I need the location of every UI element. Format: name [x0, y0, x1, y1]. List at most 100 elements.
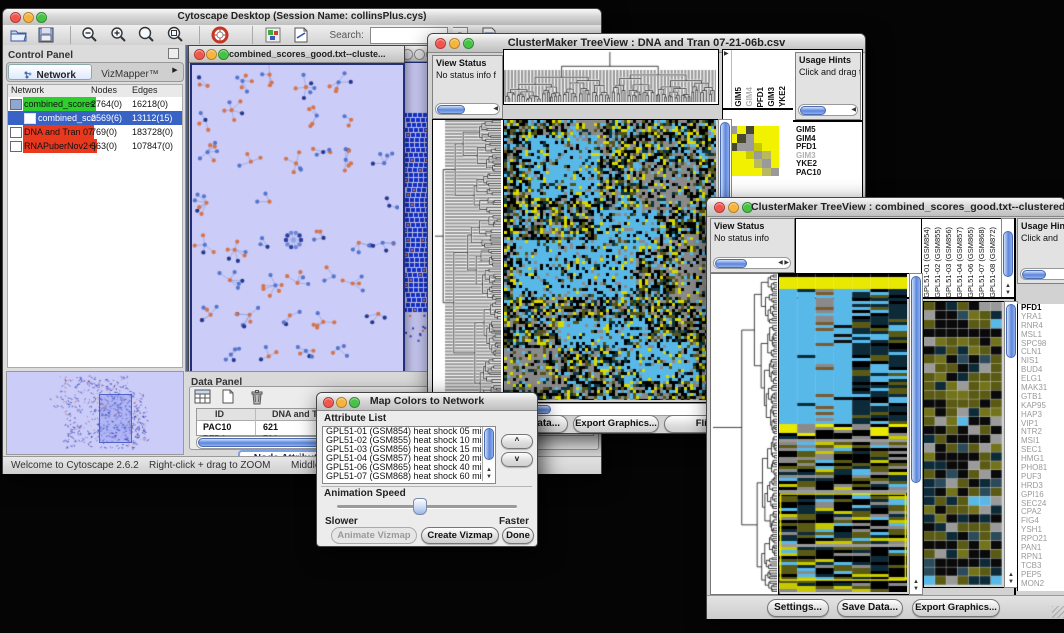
- close-button[interactable]: [194, 49, 205, 60]
- tv2-heatmap-vscrollbar[interactable]: ▲▼: [909, 273, 923, 595]
- tv2-save-data-button[interactable]: Save Data...: [837, 599, 903, 617]
- tv1-column-dendrogram[interactable]: [504, 50, 716, 102]
- zoom-out-icon[interactable]: [81, 26, 103, 46]
- attribute-listbox[interactable]: ▲▼ GPL51-01 (GSM854) heat shock 05 minGP…: [322, 426, 496, 484]
- zoom-fit-icon[interactable]: [138, 26, 160, 46]
- overview-viewport-rect[interactable]: [99, 394, 132, 443]
- tv1-heatmap[interactable]: [504, 120, 716, 400]
- minimize-button[interactable]: [414, 49, 425, 60]
- matrix-cell: [737, 143, 745, 151]
- row-value: 621: [263, 421, 278, 433]
- matrix-cell: [771, 143, 779, 151]
- dialog-titlebar[interactable]: Map Colors to Network: [317, 393, 537, 411]
- zoom-selected-icon[interactable]: [167, 26, 189, 46]
- minimize-button[interactable]: [728, 202, 739, 213]
- tv2-row-dendrogram[interactable]: [711, 274, 777, 592]
- tv1-collabel-scroll-strip[interactable]: ▶: [723, 50, 732, 107]
- new-doc-icon[interactable]: [221, 389, 243, 409]
- matrix-cell: [737, 126, 745, 134]
- animate-vizmap-button[interactable]: Animate Vizmap: [331, 527, 417, 544]
- tv2-column-label: GPL51-03 (GSM856): [944, 227, 954, 298]
- network-table-row[interactable]: RNAPuberNov2+|563(0)107847(0): [8, 139, 182, 153]
- tv1-column-label: GIM3: [767, 87, 777, 107]
- tv1-usage-hints-scrollbar[interactable]: ◀: [798, 104, 858, 116]
- matrix-cell: [746, 159, 754, 167]
- tv1-gene-label: PAC10: [796, 169, 856, 178]
- tv2-view-status-scrollbar[interactable]: ◀ ▶: [713, 257, 791, 269]
- status-left: Welcome to Cytoscape 2.6.2: [11, 460, 139, 471]
- network-table-row[interactable]: combined_scores2764(0)16218(0): [8, 97, 182, 111]
- animation-speed-group: Animation Speed: [321, 486, 532, 517]
- overview-canvas[interactable]: [7, 372, 181, 452]
- dialog-title: Map Colors to Network: [317, 393, 537, 410]
- search-label: Search:: [329, 30, 363, 41]
- help-lifering-icon[interactable]: [211, 26, 233, 46]
- window-title: Cytoscape Desktop (Session Name: collins…: [3, 9, 601, 25]
- tv1-similarity-heatmap[interactable]: [729, 126, 779, 176]
- tv2-collabels-vscrollbar[interactable]: ▲▼: [1001, 218, 1015, 299]
- annotation-icon[interactable]: [292, 26, 314, 46]
- tab-vizmapper[interactable]: VizMapper™: [92, 64, 168, 78]
- matrix-cell: [754, 151, 762, 159]
- network-view-canvas[interactable]: [192, 65, 399, 371]
- matrix-cell: [762, 126, 770, 134]
- done-button[interactable]: Done: [502, 527, 534, 544]
- matrix-cell: [762, 168, 770, 176]
- tv2-usage-hints-scrollbar[interactable]: [1020, 268, 1064, 280]
- table-icon[interactable]: [194, 389, 216, 409]
- tv1-view-status-scrollbar[interactable]: ◀: [435, 103, 500, 115]
- network-table-row[interactable]: DNA and Tran 07769(0)183728(0): [8, 125, 182, 139]
- matrix-cell: [771, 151, 779, 159]
- attribute-list-item[interactable]: GPL51-07 (GSM868) heat shock 60 min: [323, 472, 495, 481]
- tab-overflow-button[interactable]: ▶: [169, 65, 181, 77]
- tv2-column-labels: GPL51-01 (GSM854)GPL51-02 (GSM855)GPL51-…: [922, 218, 1001, 298]
- close-button[interactable]: [714, 202, 725, 213]
- tv1-export-graphics-button[interactable]: Export Graphics...: [573, 415, 659, 433]
- zoom-in-icon[interactable]: [110, 26, 132, 46]
- trash-icon[interactable]: [250, 389, 272, 409]
- float-panel-icon[interactable]: [168, 48, 179, 59]
- create-vizmap-button[interactable]: Create Vizmap: [421, 527, 499, 544]
- tv2-button-bar: Settings... Save Data... Export Graphics…: [707, 595, 1064, 619]
- matrix-cell: [746, 126, 754, 134]
- network-name: RNAPuberNov2+|: [23, 139, 97, 153]
- matrix-cell: [746, 168, 754, 176]
- nodes-count: 769(0): [91, 125, 117, 139]
- tv2-settings-button[interactable]: Settings...: [767, 599, 829, 617]
- tv2-heatmap[interactable]: [779, 274, 907, 592]
- control-panel: Control Panel Network VizMapper™ ▶ Netwo…: [3, 45, 186, 456]
- matrix-cell: [754, 134, 762, 142]
- attribute-list-label: Attribute List: [324, 413, 386, 424]
- network-table-row[interactable]: combined_sco2569(6)13112(15): [8, 111, 182, 125]
- tv2-zoom-vscrollbar[interactable]: ▲▼: [1004, 301, 1018, 588]
- tv2-export-graphics-button[interactable]: Export Graphics...: [912, 599, 1000, 617]
- save-icon[interactable]: [37, 26, 59, 46]
- tab-network[interactable]: Network: [8, 64, 92, 80]
- network-window-title: combined_scores_good.txt--cluste...: [229, 46, 400, 62]
- matrix-cell: [746, 134, 754, 142]
- slower-label: Slower: [325, 516, 358, 527]
- open-folder-icon[interactable]: [9, 26, 31, 46]
- move-down-button[interactable]: v: [501, 452, 533, 467]
- tv2-zoom-heatmap[interactable]: [924, 302, 1002, 585]
- matrix-cell: [771, 159, 779, 167]
- speed-slider-thumb[interactable]: [413, 498, 427, 515]
- resize-grip[interactable]: [1052, 606, 1064, 618]
- speed-slider-track[interactable]: [337, 505, 517, 508]
- move-up-button[interactable]: ^: [501, 434, 533, 449]
- tv2-titlebar[interactable]: ClusterMaker TreeView : combined_scores_…: [707, 198, 1064, 217]
- attribute-list-scrollbar[interactable]: ▲▼: [482, 427, 495, 481]
- matrix-cell: [737, 159, 745, 167]
- network-window-titlebar[interactable]: combined_scores_good.txt--cluste...: [189, 46, 404, 63]
- id-column-header[interactable]: ID: [215, 409, 224, 419]
- tv1-row-dendrogram[interactable]: [433, 120, 501, 400]
- tv1-column-labels: GIM5GIM4PFD1GIM3YKE2PAC10: [734, 50, 790, 107]
- document-icon: [24, 113, 36, 124]
- vizmap-icon[interactable]: [264, 26, 286, 46]
- desktop: Cytoscape Desktop (Session Name: collins…: [0, 0, 1064, 633]
- zoom-button[interactable]: [218, 49, 229, 60]
- control-panel-title: Control Panel: [8, 50, 73, 61]
- faster-label: Faster: [499, 516, 529, 527]
- main-titlebar[interactable]: Cytoscape Desktop (Session Name: collins…: [3, 9, 601, 26]
- minimize-button[interactable]: [206, 49, 217, 60]
